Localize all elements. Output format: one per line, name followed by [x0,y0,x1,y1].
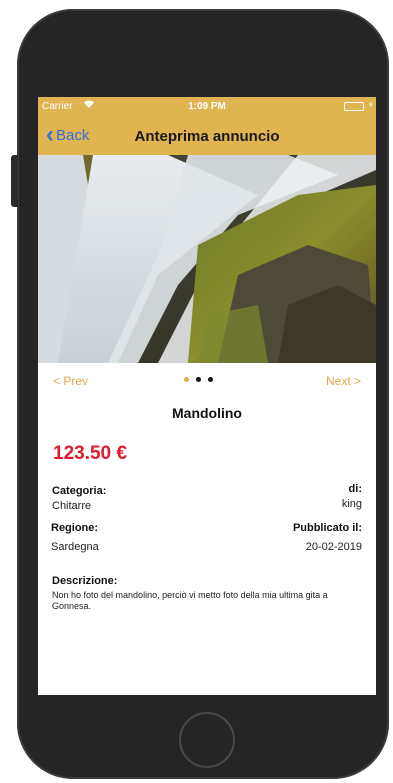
category-value: Chitarre [52,500,92,512]
navigation-bar: ‹ Back Anteprima annuncio [38,117,376,155]
gallery-pager: < Prev Next > [38,363,376,399]
home-button[interactable] [179,712,235,768]
listing-title: Mandolino [172,405,242,421]
listing-photo[interactable] [38,155,376,363]
description-label: Descrizione: [52,575,118,587]
region-label: Regione: [51,522,99,534]
page-indicator[interactable] [184,377,213,382]
status-bar: Carrier 1:09 PM ⚡ [38,97,376,117]
side-button [11,155,18,207]
description-text: Non ho foto del mandolino, perciò vi met… [52,590,328,611]
battery-icon [344,102,364,111]
page-title: Anteprima annuncio [134,128,280,145]
page-dot[interactable] [208,377,213,382]
next-button[interactable]: Next > [326,374,361,388]
published-label: Pubblicato il: [292,522,362,534]
region-value: Sardegna [51,541,99,553]
page-dot[interactable] [184,377,189,382]
seller-label: di: [348,483,362,495]
status-time: 1:09 PM [188,101,226,112]
listing-price: 123.50 € [53,443,127,464]
category-label: Categoria: [52,485,107,497]
prev-button[interactable]: < Prev [53,374,88,388]
seller-value: king [341,498,362,510]
page-dot[interactable] [196,377,201,382]
published-value: 20-02-2019 [305,541,362,553]
charging-icon: ⚡ [367,100,374,110]
app-screen: Carrier 1:09 PM ⚡ ‹ Back Anteprima annun… [38,97,376,695]
